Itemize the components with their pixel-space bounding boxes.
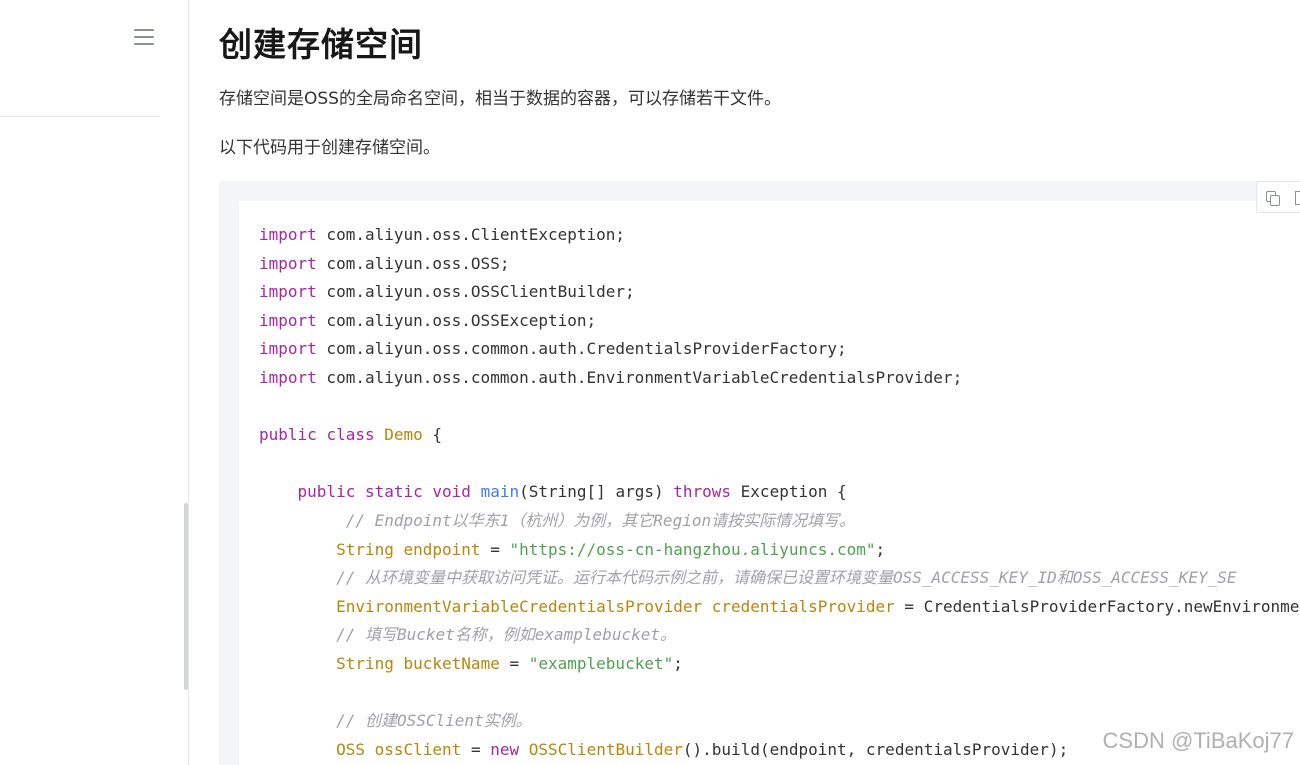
code-token: // 创建OSSClient实例。	[336, 711, 532, 731]
code-token: import	[259, 282, 317, 302]
code-line: // 从环境变量中获取访问凭证。运行本代码示例之前，请确保已设置环境变量OSS_…	[259, 564, 1299, 593]
code-token: import	[259, 339, 317, 359]
code-line: String bucketName = "examplebucket";	[259, 650, 1299, 679]
code-token: import	[259, 367, 317, 387]
code-token: throws	[673, 482, 732, 502]
code-token: ;	[875, 539, 886, 559]
code-line: import com.aliyun.oss.OSSClientBuilder;	[259, 278, 1299, 307]
code-line: import com.aliyun.oss.ClientException;	[259, 221, 1299, 250]
code-token: void	[432, 482, 471, 502]
code-token: com.aliyun.oss.common.auth.EnvironmentVa…	[316, 367, 963, 387]
code-token: bucketName	[403, 653, 500, 673]
code-line: import com.aliyun.oss.OSS;	[259, 250, 1299, 279]
code-token: String	[336, 653, 394, 673]
code-token: credentialsProvider	[711, 596, 895, 616]
code-token: main	[480, 482, 520, 502]
code-token: {	[422, 425, 443, 445]
code-token: public	[297, 482, 356, 502]
code-line: public class Demo {	[259, 421, 1299, 450]
doc-page: 创建存储空间 存储空间是OSS的全局命名空间，相当于数据的容器，可以存储若干文件…	[0, 0, 1300, 765]
code-token: class	[326, 425, 375, 445]
nav-scrollbar[interactable]	[184, 503, 188, 690]
code-token: static	[364, 482, 423, 502]
code-token: "examplebucket"	[528, 653, 674, 673]
code-token: String	[336, 539, 394, 559]
code-token: (String[] args)	[519, 482, 674, 502]
code-token: ().build(endpoint, credentialsProvider);	[682, 739, 1069, 759]
code-line: public static void main(String[] args) t…	[259, 478, 1299, 507]
code-line: EnvironmentVariableCredentialsProvider c…	[259, 593, 1299, 622]
code-token: Exception {	[731, 482, 847, 502]
left-navigation	[0, 0, 189, 765]
code-block-container: import com.aliyun.oss.ClientException; im…	[219, 181, 1300, 765]
code-token: // 从环境变量中获取访问凭证。运行本代码示例之前，请确保已设置环境变量OSS_…	[336, 568, 1237, 588]
code-token: com.aliyun.oss.OSSException;	[316, 310, 597, 330]
code-token: com.aliyun.oss.OSS;	[316, 253, 510, 273]
code-token: "https://oss-cn-hangzhou.aliyuncs.com"	[509, 539, 876, 559]
intro-paragraph: 存储空间是OSS的全局命名空间，相当于数据的容器，可以存储若干文件。	[219, 89, 781, 109]
code-token: =	[480, 539, 510, 559]
code-token: com.aliyun.oss.OSSClientBuilder;	[316, 282, 635, 302]
code-line: // 填写Bucket名称，例如examplebucket。	[259, 621, 1299, 650]
code-line: import com.aliyun.oss.common.auth.Enviro…	[259, 364, 1299, 393]
code-token: ossClient	[374, 739, 462, 759]
hamburger-menu-icon[interactable]	[131, 24, 157, 50]
copy-icon[interactable]	[1266, 191, 1280, 206]
code-token: import	[259, 225, 317, 244]
code-token: endpoint	[403, 539, 481, 559]
code-line: import com.aliyun.oss.OSSException;	[259, 307, 1299, 336]
code-block: import com.aliyun.oss.ClientException; im…	[239, 201, 1300, 765]
code-token: =	[461, 739, 491, 759]
code-token: = CredentialsProviderFactory.newEnvironm…	[894, 596, 1300, 616]
code-token: OSS	[336, 739, 365, 759]
expand-icon[interactable]	[1295, 191, 1300, 205]
code-line: import com.aliyun.oss.common.auth.Creden…	[259, 335, 1299, 364]
code-token: =	[499, 653, 529, 673]
code-token: com.aliyun.oss.common.auth.CredentialsPr…	[316, 339, 847, 359]
watermark: CSDN @TiBaKoj77	[1102, 728, 1294, 753]
code-token: com.aliyun.oss.ClientException;	[316, 225, 626, 244]
code-line: String endpoint = "https://oss-cn-hangzh…	[259, 536, 1299, 565]
code-line: // Endpoint以华东1（杭州）为例，其它Region请按实际情况填写。	[259, 507, 1299, 536]
code-token: public	[259, 425, 317, 445]
code-token: Demo	[384, 425, 423, 445]
code-intro-paragraph: 以下代码用于创建存储空间。	[219, 138, 440, 158]
code-content: import com.aliyun.oss.ClientException; im…	[259, 221, 1299, 764]
code-token: new	[490, 739, 520, 759]
nav-divider	[0, 116, 160, 117]
code-token: OSSClientBuilder	[528, 739, 683, 759]
code-token: // Endpoint以华东1（杭州）为例，其它Region请按实际情况填写。	[345, 510, 856, 530]
code-token: ;	[673, 653, 683, 673]
code-toolbar	[1256, 181, 1300, 213]
code-token: import	[259, 253, 317, 273]
page-title: 创建存储空间	[219, 25, 423, 64]
code-token: EnvironmentVariableCredentialsProvider	[336, 596, 703, 616]
code-token: import	[259, 310, 317, 330]
main-content: 创建存储空间 存储空间是OSS的全局命名空间，相当于数据的容器，可以存储若干文件…	[219, 0, 1300, 765]
code-token: // 填写Bucket名称，例如examplebucket。	[336, 625, 676, 645]
